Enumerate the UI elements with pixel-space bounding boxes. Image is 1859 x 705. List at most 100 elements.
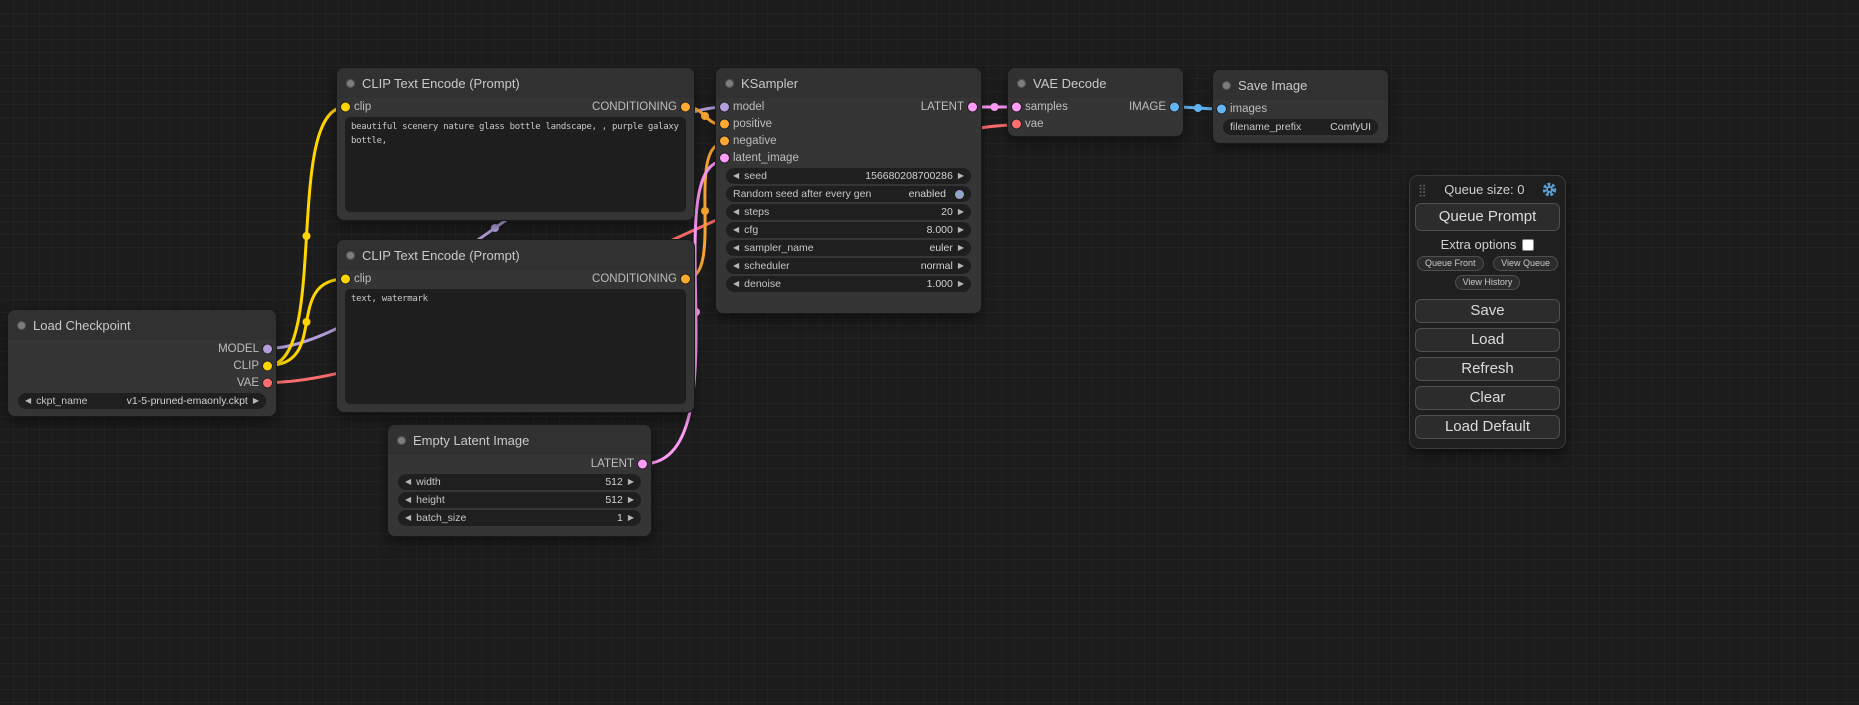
decrement-arrow-icon[interactable]: ◀ xyxy=(733,172,739,180)
ckpt-name-widget[interactable]: ◀ ckpt_name v1-5-pruned-emaonly.ckpt ▶ xyxy=(18,393,266,409)
view-queue-button[interactable]: View Queue xyxy=(1493,256,1558,271)
increment-arrow-icon[interactable]: ▶ xyxy=(628,514,634,522)
slot-row: clip CONDITIONING xyxy=(337,270,694,287)
queue-front-button[interactable]: Queue Front xyxy=(1417,256,1484,271)
collapse-dot-icon[interactable] xyxy=(397,436,406,445)
decrement-arrow-icon[interactable]: ◀ xyxy=(25,397,31,405)
ksampler-header[interactable]: KSampler xyxy=(716,68,981,98)
node-empty-latent-image[interactable]: Empty Latent Image LATENT ◀ width 512 ▶ … xyxy=(388,425,651,536)
sampler-name-widget[interactable]: ◀ sampler_name euler ▶ xyxy=(726,240,971,256)
clip-text-encode-header[interactable]: CLIP Text Encode (Prompt) xyxy=(337,240,694,270)
negative-prompt-textarea[interactable]: text, watermark xyxy=(345,289,686,404)
increment-arrow-icon[interactable]: ▶ xyxy=(958,208,964,216)
negative-input-port[interactable] xyxy=(720,136,729,145)
load-default-button[interactable]: Load Default xyxy=(1415,415,1560,439)
positive-prompt-textarea[interactable]: beautiful scenery nature glass bottle la… xyxy=(345,117,686,212)
clip-input-port[interactable] xyxy=(341,102,350,111)
clip-output-port[interactable] xyxy=(263,361,272,370)
extra-options-label: Extra options xyxy=(1441,237,1517,252)
cfg-widget[interactable]: ◀ cfg 8.000 ▶ xyxy=(726,222,971,238)
conditioning-output-port[interactable] xyxy=(681,102,690,111)
increment-arrow-icon[interactable]: ▶ xyxy=(958,280,964,288)
vae-decode-header[interactable]: VAE Decode xyxy=(1008,68,1183,98)
empty-latent-image-header[interactable]: Empty Latent Image xyxy=(388,425,651,455)
widget-label: batch_size xyxy=(416,512,466,524)
decrement-arrow-icon[interactable]: ◀ xyxy=(405,478,411,486)
increment-arrow-icon[interactable]: ▶ xyxy=(628,496,634,504)
model-output-label: MODEL xyxy=(218,343,259,355)
decrement-arrow-icon[interactable]: ◀ xyxy=(733,208,739,216)
toggle-knob-icon[interactable] xyxy=(955,190,964,199)
clip-input-port[interactable] xyxy=(341,274,350,283)
samples-input-port[interactable] xyxy=(1012,102,1021,111)
images-input-port[interactable] xyxy=(1217,104,1226,113)
decrement-arrow-icon[interactable]: ◀ xyxy=(733,244,739,252)
latent-output-port[interactable] xyxy=(638,459,647,468)
node-load-checkpoint[interactable]: Load Checkpoint MODEL CLIP VAE ◀ ckpt_na… xyxy=(8,310,276,416)
latent-image-input-port[interactable] xyxy=(720,153,729,162)
collapse-dot-icon[interactable] xyxy=(17,321,26,330)
clip-output-label: CLIP xyxy=(233,360,259,372)
filename-prefix-widget[interactable]: filename_prefix ComfyUI xyxy=(1223,119,1378,135)
decrement-arrow-icon[interactable]: ◀ xyxy=(733,280,739,288)
height-widget[interactable]: ◀ height 512 ▶ xyxy=(398,492,641,508)
positive-input-port[interactable] xyxy=(720,119,729,128)
settings-gear-icon[interactable] xyxy=(1542,182,1557,197)
node-ksampler[interactable]: KSampler model LATENT positive negative … xyxy=(716,68,981,313)
extra-options-checkbox[interactable] xyxy=(1522,239,1534,251)
batch-size-widget[interactable]: ◀ batch_size 1 ▶ xyxy=(398,510,641,526)
node-save-image[interactable]: Save Image images filename_prefix ComfyU… xyxy=(1213,70,1388,143)
decrement-arrow-icon[interactable]: ◀ xyxy=(733,226,739,234)
collapse-dot-icon[interactable] xyxy=(1222,81,1231,90)
denoise-widget[interactable]: ◀ denoise 1.000 ▶ xyxy=(726,276,971,292)
node-clip-text-encode-positive[interactable]: CLIP Text Encode (Prompt) clip CONDITION… xyxy=(337,68,694,220)
queue-size-label: Queue size: 0 xyxy=(1427,182,1542,197)
negative-input-label: negative xyxy=(733,135,776,147)
collapse-dot-icon[interactable] xyxy=(1017,79,1026,88)
decrement-arrow-icon[interactable]: ◀ xyxy=(405,496,411,504)
collapse-dot-icon[interactable] xyxy=(725,79,734,88)
increment-arrow-icon[interactable]: ▶ xyxy=(958,226,964,234)
scheduler-widget[interactable]: ◀ scheduler normal ▶ xyxy=(726,258,971,274)
increment-arrow-icon[interactable]: ▶ xyxy=(958,244,964,252)
view-history-button[interactable]: View History xyxy=(1455,275,1521,290)
collapse-dot-icon[interactable] xyxy=(346,79,355,88)
link-midpoint-dot xyxy=(303,318,311,326)
vae-input-port[interactable] xyxy=(1012,119,1021,128)
vae-output-label: VAE xyxy=(237,377,259,389)
latent-output-port[interactable] xyxy=(968,102,977,111)
decrement-arrow-icon[interactable]: ◀ xyxy=(405,514,411,522)
node-graph-canvas[interactable]: Load Checkpoint MODEL CLIP VAE ◀ ckpt_na… xyxy=(0,0,1859,705)
slot-row: vae xyxy=(1008,115,1183,132)
width-widget[interactable]: ◀ width 512 ▶ xyxy=(398,474,641,490)
increment-arrow-icon[interactable]: ▶ xyxy=(253,397,259,405)
queue-prompt-button[interactable]: Queue Prompt xyxy=(1415,203,1560,231)
save-button[interactable]: Save xyxy=(1415,299,1560,323)
steps-widget[interactable]: ◀ steps 20 ▶ xyxy=(726,204,971,220)
image-output-port[interactable] xyxy=(1170,102,1179,111)
vae-output-port[interactable] xyxy=(263,378,272,387)
increment-arrow-icon[interactable]: ▶ xyxy=(958,262,964,270)
save-image-header[interactable]: Save Image xyxy=(1213,70,1388,100)
clip-text-encode-header[interactable]: CLIP Text Encode (Prompt) xyxy=(337,68,694,98)
model-input-port[interactable] xyxy=(720,102,729,111)
increment-arrow-icon[interactable]: ▶ xyxy=(958,172,964,180)
node-vae-decode[interactable]: VAE Decode samples IMAGE vae xyxy=(1008,68,1183,136)
seed-widget[interactable]: ◀ seed 156680208700286 ▶ xyxy=(726,168,971,184)
model-output-port[interactable] xyxy=(263,344,272,353)
load-button[interactable]: Load xyxy=(1415,328,1560,352)
widget-label: denoise xyxy=(744,278,781,290)
slot-row: VAE xyxy=(8,374,276,391)
increment-arrow-icon[interactable]: ▶ xyxy=(628,478,634,486)
clear-button[interactable]: Clear xyxy=(1415,386,1560,410)
conditioning-output-port[interactable] xyxy=(681,274,690,283)
collapse-dot-icon[interactable] xyxy=(346,251,355,260)
random-seed-toggle-widget[interactable]: Random seed after every gen enabled xyxy=(726,186,971,202)
drag-handle-icon[interactable]: ⣿ xyxy=(1418,183,1427,197)
decrement-arrow-icon[interactable]: ◀ xyxy=(733,262,739,270)
load-checkpoint-header[interactable]: Load Checkpoint xyxy=(8,310,276,340)
widget-value: ComfyUI xyxy=(1330,121,1371,133)
node-clip-text-encode-negative[interactable]: CLIP Text Encode (Prompt) clip CONDITION… xyxy=(337,240,694,412)
widget-value: v1-5-pruned-emaonly.ckpt xyxy=(127,395,248,407)
refresh-button[interactable]: Refresh xyxy=(1415,357,1560,381)
